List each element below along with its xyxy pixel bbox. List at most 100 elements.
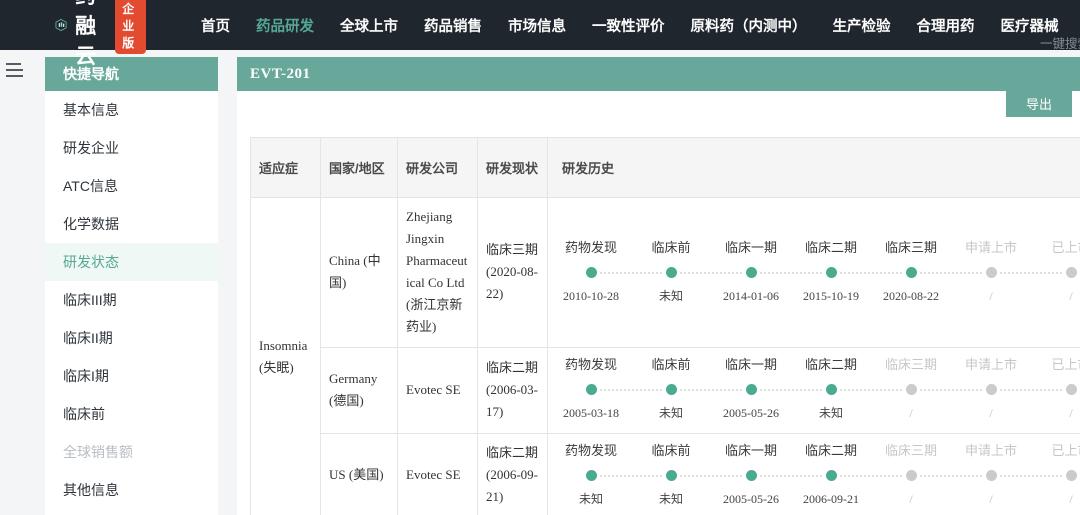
stage-dot: [985, 469, 997, 481]
rd-status-table: 适应症 国家/地区 研发公司 研发现状 研发历史 Insomnia (失眠) C…: [250, 137, 1080, 515]
stage-dot: [905, 469, 917, 481]
nav-item-consistency-eval[interactable]: 一致性评价: [592, 15, 665, 36]
stage-dot: [745, 384, 757, 396]
sidebar-collapse-icon[interactable]: [6, 63, 23, 81]
timeline-stage: 已上市 /: [1051, 442, 1080, 506]
main-content-panel: EVT-201 导出 适应症 国家/地区 研发公司 研发现状 研发历史 Inso…: [237, 57, 1080, 515]
nav-item-api-beta[interactable]: 原料药（内测中）: [691, 15, 807, 36]
timeline-stage: 临床前 未知: [631, 442, 742, 509]
stage-dot: [745, 266, 757, 278]
status-cell: 临床二期 (2006-09-21): [477, 432, 548, 515]
stage-dot: [745, 469, 757, 481]
stage-dot: [585, 266, 597, 278]
logo-icon: [55, 18, 67, 32]
stage-dot: [905, 384, 917, 396]
timeline-stage: 临床一期 2005-05-26: [711, 356, 822, 423]
timeline-stage: 临床三期 /: [871, 356, 982, 423]
export-button[interactable]: 导出: [1006, 90, 1072, 117]
stage-dot: [665, 384, 677, 396]
timeline-stage: 药物发现 2005-03-18: [551, 356, 662, 423]
history-cell: 药物发现 2010-10-28 临床前 未知 临床一期 2014-01-06 临…: [547, 197, 1080, 348]
nav-menu: 首页 药品研发 全球上市 药品销售 市场信息 一致性评价 原料药（内测中） 生产…: [188, 15, 1072, 36]
company-cell: Evotec SE: [397, 432, 478, 515]
nav-item-drug-rd[interactable]: 药品研发: [256, 15, 314, 36]
stage-dot: [1065, 384, 1077, 396]
timeline-stage: 临床一期 2014-01-06: [711, 239, 822, 306]
timeline-stage: 申请上市 /: [951, 442, 1062, 509]
enterprise-badge: 企业版: [115, 0, 147, 54]
country-cell: Germany (德国): [320, 346, 398, 434]
sidebar-item-chemical-data[interactable]: 化学数据: [45, 205, 218, 243]
sidebar-item-phase-1[interactable]: 临床I期: [45, 357, 218, 395]
stage-dot: [905, 266, 917, 278]
sidebar-item-phase-3[interactable]: 临床III期: [45, 281, 218, 319]
stage-dot: [825, 384, 837, 396]
timeline-row-2: 药物发现 2005-03-18 临床前 未知 临床一期 2005-05-26 临…: [551, 356, 1080, 423]
country-cell: US (美国): [320, 432, 398, 515]
table-header-row: 适应症 国家/地区 研发公司 研发现状 研发历史: [250, 137, 1080, 198]
logo-text: 药融云: [75, 0, 99, 68]
sidebar-item-rd-status[interactable]: 研发状态: [45, 243, 218, 281]
nav-item-drug-sales[interactable]: 药品销售: [424, 15, 482, 36]
nav-item-market-info[interactable]: 市场信息: [508, 15, 566, 36]
logo[interactable]: 药融云 企业版: [55, 0, 147, 70]
timeline-stage: 临床二期 2015-10-19: [791, 239, 902, 306]
timeline-row-3: 药物发现 未知 临床前 未知 临床一期 2005-05-26 临床二期 2006…: [551, 442, 1080, 509]
sidebar-item-other-info[interactable]: 其他信息: [45, 471, 218, 509]
header-country: 国家/地区: [320, 137, 398, 198]
quick-nav-sidebar: 快捷导航 基本信息 研发企业 ATC信息 化学数据 研发状态 临床III期 临床…: [45, 57, 218, 515]
timeline-stage: 临床前 未知: [631, 356, 742, 423]
stage-dot: [665, 469, 677, 481]
table-row: Germany (德国) Evotec SE 临床二期 (2006-03-17)…: [251, 346, 1080, 434]
indication-cell: Insomnia (失眠): [250, 197, 321, 515]
timeline-stage: 申请上市 /: [951, 356, 1062, 423]
header-history: 研发历史: [547, 137, 1080, 198]
timeline-stage: 临床一期 2005-05-26: [711, 442, 822, 509]
sidebar-item-atc-info[interactable]: ATC信息: [45, 167, 218, 205]
stage-dot: [585, 384, 597, 396]
timeline-stage: 临床三期 /: [871, 442, 982, 509]
header-status: 研发现状: [477, 137, 548, 198]
stage-dot: [985, 384, 997, 396]
status-cell: 临床二期 (2006-03-17): [477, 346, 548, 434]
header-company: 研发公司: [397, 137, 478, 198]
history-cell: 药物发现 未知 临床前 未知 临床一期 2005-05-26 临床二期 2006…: [547, 432, 1080, 515]
quick-search-label[interactable]: 一键搜索: [1040, 33, 1080, 52]
country-cell: China (中国): [320, 197, 398, 348]
sidebar-item-phase-2[interactable]: 临床II期: [45, 319, 218, 357]
nav-item-production-inspection[interactable]: 生产检验: [833, 15, 891, 36]
timeline-stage: 临床三期 2020-08-22: [871, 239, 982, 306]
stage-dot: [825, 266, 837, 278]
history-cell: 药物发现 2005-03-18 临床前 未知 临床一期 2005-05-26 临…: [547, 346, 1080, 434]
table-row: Insomnia (失眠) China (中国) Zhejiang Jingxi…: [250, 197, 1080, 515]
stage-dot: [985, 266, 997, 278]
timeline-stage: 药物发现 未知: [551, 442, 662, 509]
timeline-stage: 临床前 未知: [631, 239, 742, 306]
nav-item-global-launch[interactable]: 全球上市: [340, 15, 398, 36]
timeline-stage: 已上市 /: [1051, 357, 1080, 421]
timeline-row-1: 药物发现 2010-10-28 临床前 未知 临床一期 2014-01-06 临…: [551, 239, 1080, 306]
timeline-stage: 临床二期 2006-09-21: [791, 442, 902, 509]
timeline-stage: 申请上市 /: [951, 239, 1062, 306]
stage-dot: [825, 469, 837, 481]
stage-dot: [1065, 266, 1077, 278]
sidebar-item-global-sales: 全球销售额: [63, 444, 133, 460]
stage-dot: [665, 266, 677, 278]
table-row: US (美国) Evotec SE 临床二期 (2006-09-21) 药物发现…: [251, 432, 1080, 515]
timeline-stage: 药物发现 2010-10-28: [551, 239, 662, 306]
timeline-stage: 已上市 /: [1051, 239, 1080, 303]
nav-item-rational-use[interactable]: 合理用药: [917, 15, 975, 36]
nav-item-home[interactable]: 首页: [201, 15, 230, 36]
header-indication: 适应症: [250, 137, 321, 198]
top-nav-bar: 药融云 企业版 首页 药品研发 全球上市 药品销售 市场信息 一致性评价 原料药…: [0, 0, 1080, 68]
status-cell: 临床三期 (2020-08-22): [477, 197, 548, 348]
sidebar-item-rd-companies[interactable]: 研发企业: [45, 129, 218, 167]
sidebar-item-preclinical[interactable]: 临床前: [45, 395, 218, 433]
stage-dot: [1065, 469, 1077, 481]
company-cell: Evotec SE: [397, 346, 478, 434]
company-cell: Zhejiang Jingxin Pharmaceutical Co Ltd (…: [397, 197, 478, 348]
sidebar-item-basic-info[interactable]: 基本信息: [45, 91, 218, 129]
page-title: EVT-201: [237, 57, 1080, 91]
timeline-stage: 临床二期 未知: [791, 356, 902, 423]
stage-dot: [585, 469, 597, 481]
